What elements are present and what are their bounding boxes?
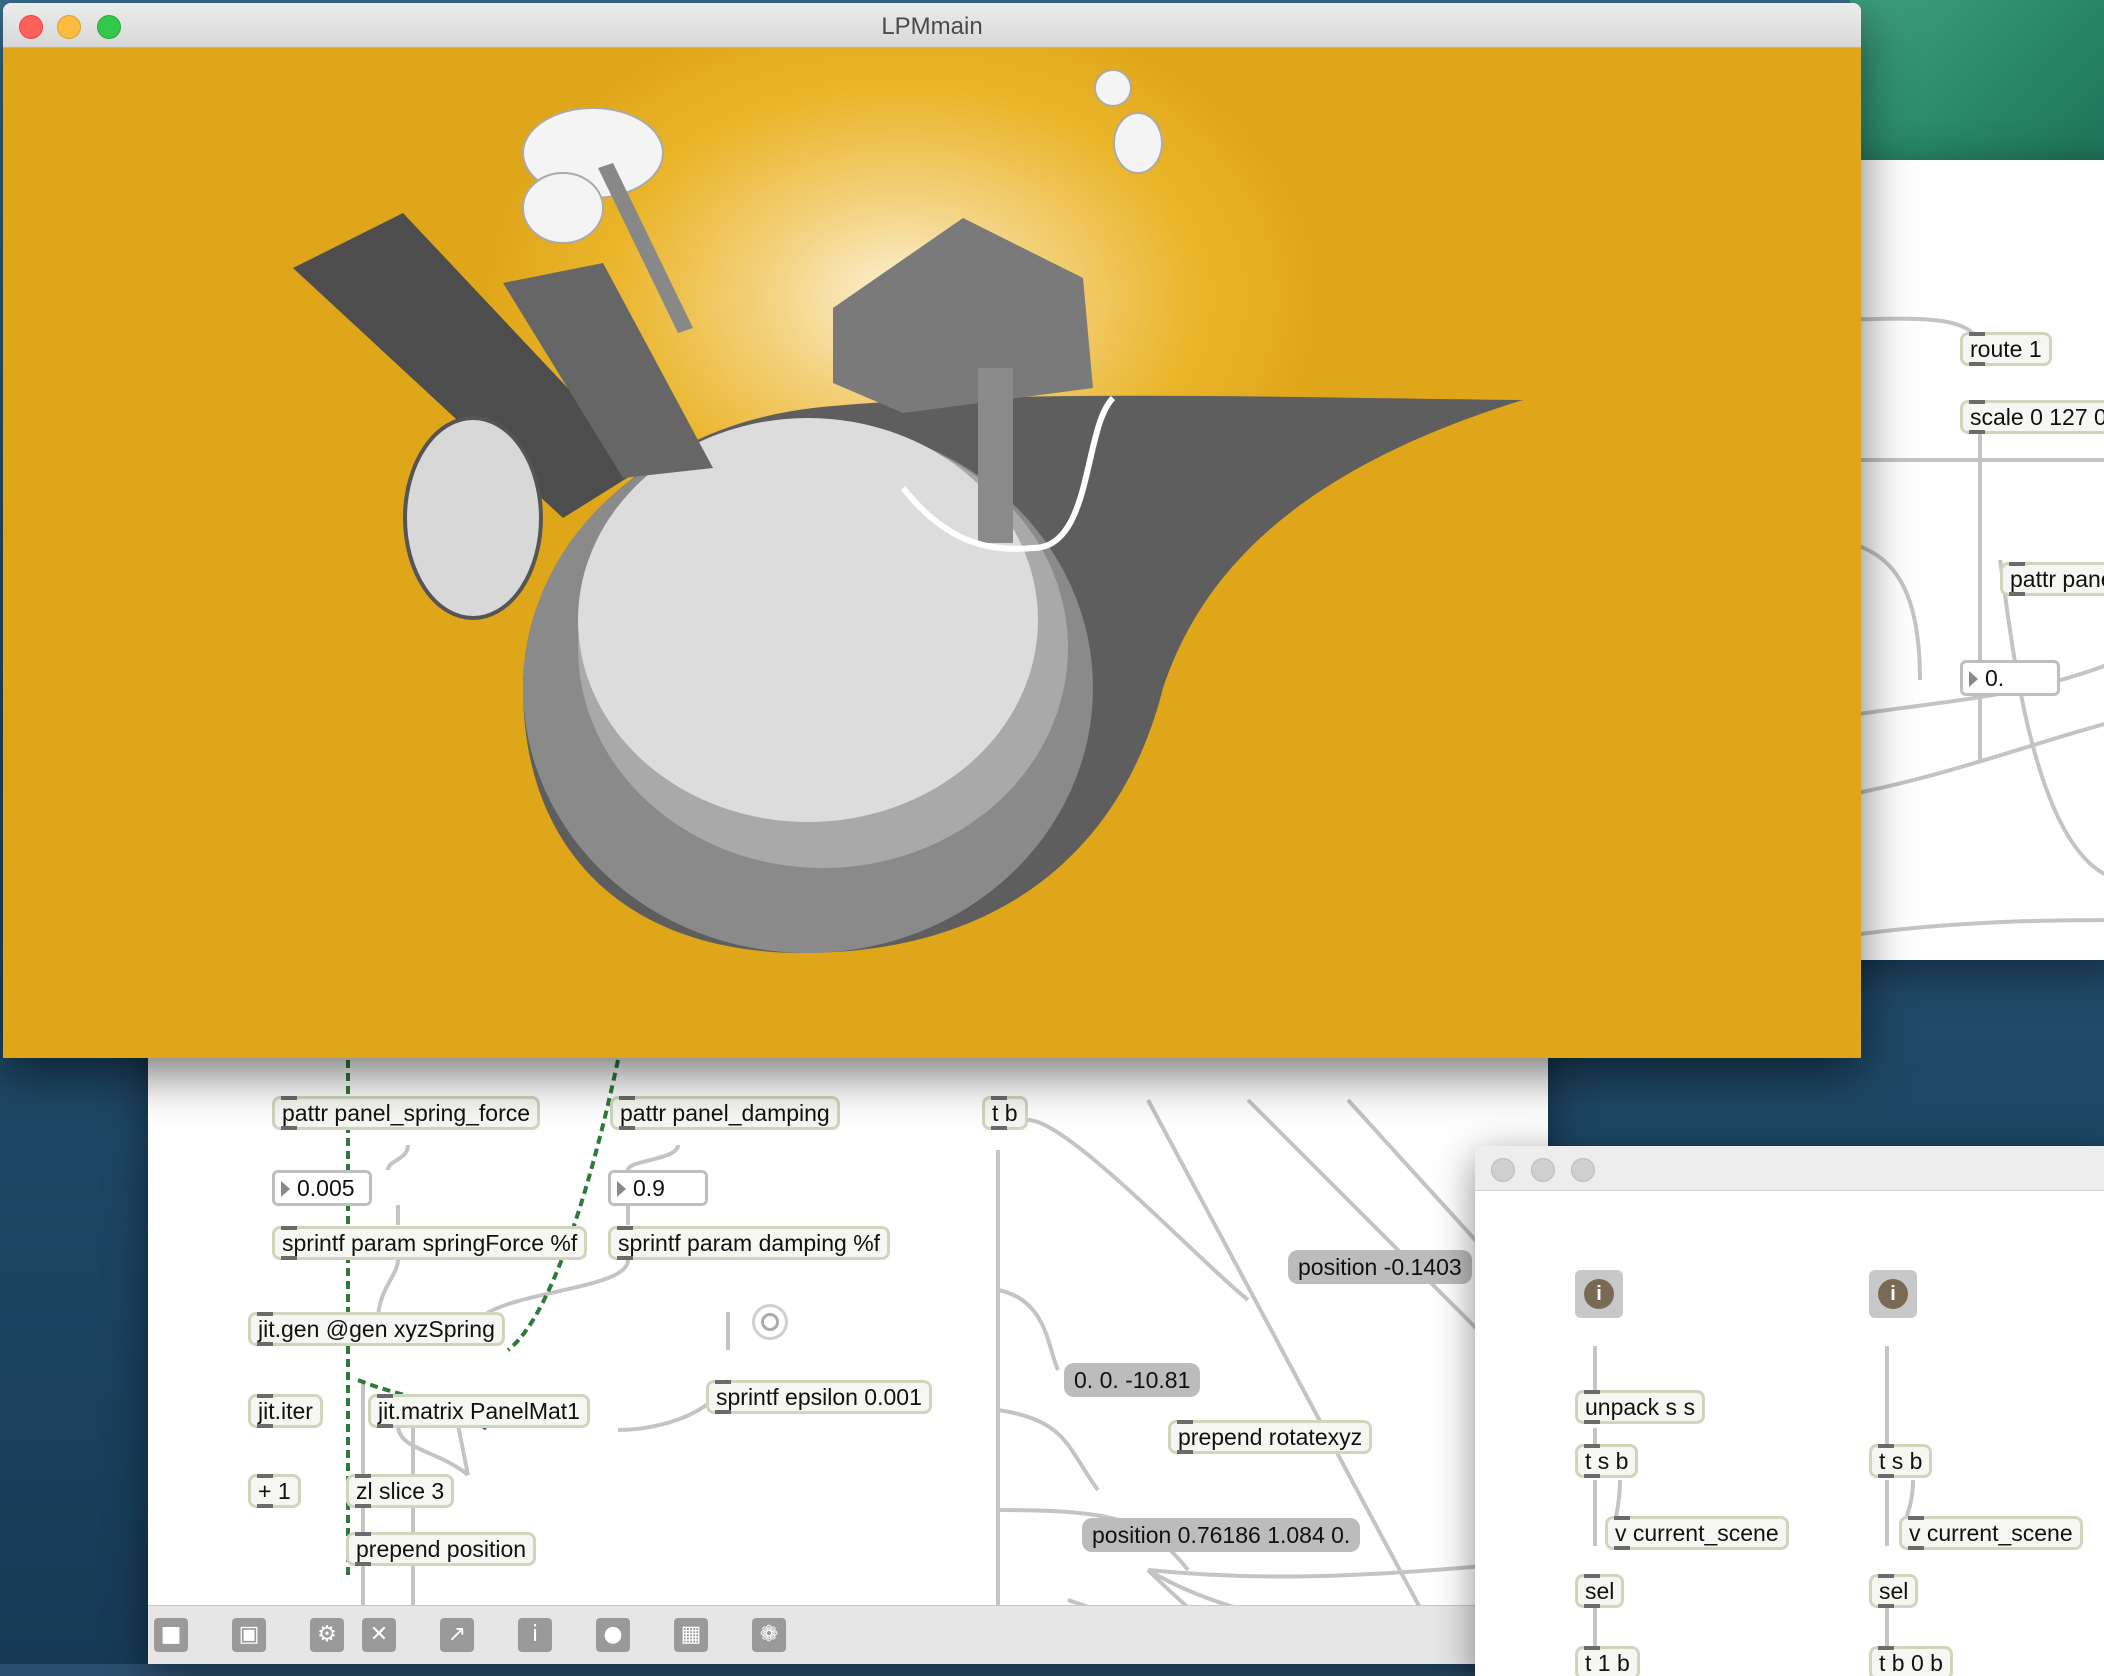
jit-matrix-object[interactable]: jit.matrix PanelMat1: [368, 1394, 590, 1428]
window-title: LPMmain: [881, 13, 983, 40]
number-value: 0.9: [633, 1175, 665, 1201]
scene-patcher-window: i i unpack s s t s b t s b v current_sce…: [1475, 1146, 2104, 1676]
value-object-left[interactable]: v current_scene: [1605, 1516, 1789, 1550]
jit-iter-object[interactable]: jit.iter: [248, 1394, 323, 1428]
pattr-spring-force-object[interactable]: pattr panel_spring_force: [272, 1096, 541, 1130]
position-message-2[interactable]: position 0.76186 1.084 0.: [1082, 1518, 1361, 1552]
planet-surface: [578, 418, 1038, 822]
pattr-object[interactable]: pattr pane: [2000, 562, 2104, 596]
tree: [403, 416, 543, 620]
bang-button[interactable]: [752, 1304, 788, 1340]
number-box[interactable]: 0.: [1960, 660, 2060, 696]
inlet-right[interactable]: i: [1869, 1270, 1917, 1318]
jit-gen-object[interactable]: jit.gen @gen xyzSpring: [248, 1312, 505, 1346]
rotate-message[interactable]: 0. 0. -10.81: [1064, 1363, 1201, 1397]
number-triangle-icon: [281, 1181, 290, 1197]
prepend-rotatexyz-object[interactable]: prepend rotatexyz: [1168, 1420, 1373, 1454]
debug-icon[interactable]: ⚙: [310, 1618, 344, 1652]
unpack-object[interactable]: unpack s s: [1575, 1390, 1705, 1424]
desktop-background-green: [1850, 0, 2104, 170]
clear-icon[interactable]: ✕: [362, 1618, 396, 1652]
select-object-left[interactable]: sel: [1575, 1574, 1625, 1608]
lpmmain-window: LPMmain: [3, 3, 1861, 1058]
trigger-tail-right[interactable]: t b 0 b: [1869, 1646, 1953, 1676]
window-titlebar: LPMmain: [3, 3, 1861, 48]
plus-one-object[interactable]: + 1: [248, 1474, 301, 1508]
lock-icon[interactable]: ■: [154, 1618, 188, 1652]
trigger-object-right[interactable]: t s b: [1869, 1444, 1933, 1478]
pattr-damping-object[interactable]: pattr panel_damping: [610, 1096, 840, 1130]
select-object-right[interactable]: sel: [1869, 1574, 1919, 1608]
presentation-icon[interactable]: ▣: [232, 1618, 266, 1652]
value-object-right[interactable]: v current_scene: [1899, 1516, 2083, 1550]
info-icon[interactable]: i: [518, 1618, 552, 1652]
new-object-icon[interactable]: ↗: [440, 1618, 474, 1652]
number-triangle-icon: [1969, 671, 1978, 687]
building-right: [833, 218, 1093, 413]
number-value: 0.: [1985, 665, 2005, 691]
sprintf-spring-force-object[interactable]: sprintf param springForce %f: [272, 1226, 588, 1260]
damping-number[interactable]: 0.9: [608, 1170, 708, 1206]
zl-slice-object[interactable]: zl slice 3: [346, 1474, 455, 1508]
trigger-object-left[interactable]: t s b: [1575, 1444, 1639, 1478]
inlet-icon: i: [1878, 1279, 1908, 1309]
route-object[interactable]: route 1: [1960, 332, 2052, 366]
number-value: 0.005: [297, 1175, 355, 1201]
number-triangle-icon: [617, 1181, 626, 1197]
scale-object[interactable]: scale 0 127 0: [1960, 400, 2104, 434]
grid-icon[interactable]: ▦: [674, 1618, 708, 1652]
video-render-stage: [3, 48, 1861, 1058]
trigger-bang-object[interactable]: t b: [982, 1096, 1028, 1130]
sprintf-damping-object[interactable]: sprintf param damping %f: [608, 1226, 891, 1260]
cloud: [1094, 69, 1132, 107]
prepend-position-object[interactable]: prepend position: [346, 1532, 537, 1566]
patch-cords: [1820, 316, 2104, 942]
planet-scene: [293, 69, 1523, 953]
palette-icon[interactable]: ❁: [752, 1618, 786, 1652]
right-patcher-window: route 1 scale 0 127 0 pattr pane 0.: [1820, 160, 2104, 960]
inlet-icon: i: [1584, 1279, 1614, 1309]
patcher-toolbar: ■ ▣ ⚙ ✕ ↗ i ● ▦ ❁: [148, 1605, 1548, 1664]
trigger-tail-left[interactable]: t 1 b: [1575, 1646, 1640, 1676]
building-pillar: [978, 368, 1013, 543]
smoke-cloud: [522, 172, 604, 244]
position-message-1[interactable]: position -0.1403: [1288, 1250, 1472, 1284]
sprintf-epsilon-object[interactable]: sprintf epsilon 0.001: [706, 1380, 932, 1414]
spring-force-number[interactable]: 0.005: [272, 1170, 372, 1206]
cloud: [1113, 112, 1163, 174]
inlet-left[interactable]: i: [1575, 1270, 1623, 1318]
patch-cords: [1593, 1346, 1915, 1666]
inspector-icon[interactable]: ●: [596, 1618, 630, 1652]
